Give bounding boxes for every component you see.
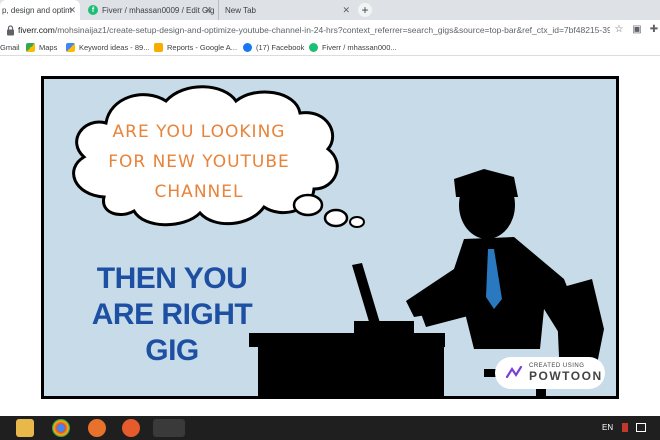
fiverr-icon: [309, 43, 318, 52]
chrome-icon[interactable]: [52, 419, 70, 437]
tab-gig-page[interactable]: p, design and optim ✕: [0, 0, 80, 20]
bookmark-fiverr[interactable]: Fiverr / mhassan000...: [309, 43, 397, 52]
gig-image-frame[interactable]: ARE YOU LOOKING FOR NEW YOUTUBE CHANNEL …: [41, 76, 619, 399]
bookmark-facebook[interactable]: (17) Facebook: [243, 43, 304, 52]
google-ads-icon: [66, 43, 75, 52]
bookmark-gmail[interactable]: Gmail: [0, 43, 20, 52]
bookmarks-bar: Gmail Maps Keyword ideas - 89... Reports…: [0, 42, 660, 56]
google-analytics-icon: [154, 43, 163, 52]
bookmark-label: Gmail: [0, 43, 20, 52]
app-icon[interactable]: [122, 419, 140, 437]
bookmark-reports[interactable]: Reports - Google A...: [154, 43, 237, 52]
maps-icon: [26, 43, 35, 52]
bookmark-star-icon[interactable]: ☆: [613, 24, 625, 36]
taskbar: EN: [0, 416, 660, 440]
bookmark-label: Reports - Google A...: [167, 43, 238, 52]
bookmark-label: Fiverr / mhassan000...: [322, 43, 397, 52]
tab-label: New Tab: [225, 5, 256, 15]
bookmark-keyword-ideas[interactable]: Keyword ideas - 89...: [66, 43, 149, 52]
extension-icon[interactable]: ▣: [631, 24, 643, 36]
fiverr-icon: f: [88, 5, 98, 15]
close-icon[interactable]: ✕: [68, 5, 76, 16]
tab-strip: p, design and optim ✕ f Fiverr / mhassan…: [0, 0, 660, 20]
badge-big-text: POWTOON: [529, 369, 603, 383]
url-field[interactable]: fiverr.com/mohsinaijaz1/create-setup-des…: [18, 25, 610, 35]
address-bar: fiverr.com/mohsinaijaz1/create-setup-des…: [0, 20, 660, 42]
language-indicator[interactable]: EN: [602, 423, 613, 432]
close-icon[interactable]: ✕: [204, 5, 212, 16]
lock-icon[interactable]: [6, 25, 15, 36]
gig-image: ARE YOU LOOKING FOR NEW YOUTUBE CHANNEL …: [44, 79, 616, 396]
tab-new-tab[interactable]: New Tab ✕: [218, 0, 354, 20]
tray-icon[interactable]: [636, 423, 646, 432]
facebook-icon: [243, 43, 252, 52]
bookmark-label: Maps: [39, 43, 58, 52]
tray-icon[interactable]: [622, 423, 628, 432]
businessman-silhouette: [249, 169, 604, 396]
page-content: ARE YOU LOOKING FOR NEW YOUTUBE CHANNEL …: [0, 57, 660, 416]
tab-fiverr-edit-gig[interactable]: f Fiverr / mhassan0009 / Edit Gig ✕: [84, 0, 216, 20]
tab-label: Fiverr / mhassan0009 / Edit Gig: [102, 5, 215, 15]
close-icon[interactable]: ✕: [342, 5, 350, 16]
powtoon-badge: CREATED USING POWTOON: [495, 357, 605, 389]
chrome-window-icon[interactable]: [153, 419, 185, 437]
tab-label: p, design and optim: [2, 5, 72, 15]
powtoon-logo-icon: [505, 365, 523, 379]
new-tab-button[interactable]: +: [358, 3, 372, 17]
bookmark-maps[interactable]: Maps: [26, 43, 57, 52]
url-path: /mohsinaijaz1/create-setup-design-and-op…: [54, 25, 610, 35]
file-explorer-icon[interactable]: [16, 419, 34, 437]
bookmark-label: (17) Facebook: [256, 43, 305, 52]
url-host: fiverr.com: [18, 25, 55, 35]
app-icon[interactable]: [88, 419, 106, 437]
puzzle-icon[interactable]: ✚: [648, 24, 660, 36]
bookmark-label: Keyword ideas - 89...: [79, 43, 150, 52]
